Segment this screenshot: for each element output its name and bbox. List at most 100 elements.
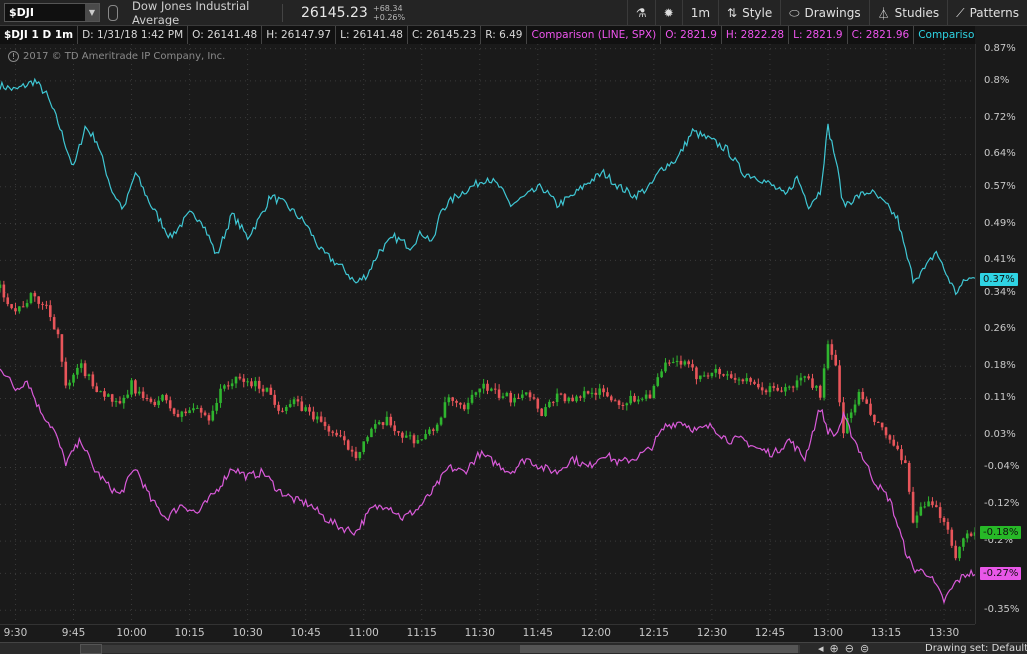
candle-body (257, 380, 261, 389)
candle-body (308, 407, 311, 412)
candle-body (486, 383, 489, 391)
zoom-reset-icon[interactable]: ⊜ (860, 642, 869, 654)
style-button[interactable]: ⇅ Style (718, 0, 780, 26)
last-value-badge: -0.18% (980, 525, 1022, 539)
y-tick-label: 0.41% (984, 254, 1016, 266)
candle-160 (617, 399, 621, 410)
candle-style-icon: ⇅ (727, 6, 738, 20)
candle-75 (288, 399, 292, 408)
zoom-out-icon[interactable]: ⊖ (845, 642, 854, 654)
candle-19 (72, 372, 75, 387)
candle-93 (358, 451, 362, 461)
symbol-description: Dow Jones Industrial Average (132, 0, 250, 27)
candle-body (168, 400, 172, 409)
candle-body (29, 293, 33, 304)
candle-225 (869, 398, 872, 417)
candle-222 (857, 389, 861, 407)
candle-57 (219, 384, 222, 408)
symbol-selector[interactable]: $DJI ▼ (4, 3, 100, 22)
horizontal-scrollbar-thumb[interactable] (520, 645, 798, 653)
candle-body (91, 374, 95, 387)
candle-98 (377, 419, 381, 426)
spx-high: H: 2822.28 (722, 26, 790, 44)
y-tick-label: 0.03% (984, 429, 1016, 441)
candle-164 (633, 393, 636, 403)
drawing-set-label[interactable]: Drawing set: Default (925, 643, 1027, 654)
candle-body (606, 392, 609, 397)
candle-body (447, 397, 451, 403)
comparison-spx-label[interactable]: Comparison (LINE, SPX) (527, 26, 662, 44)
chevron-left-icon[interactable]: ◂ (818, 642, 824, 654)
candle-133 (513, 393, 516, 407)
candle-175 (675, 355, 679, 367)
studies-button[interactable]: ⏃ Studies (868, 0, 948, 26)
candle-198 (764, 388, 768, 395)
x-tick-label: 10:00 (116, 627, 147, 639)
last-value-badge: 0.37% (980, 272, 1018, 286)
study-info-bar: $DJI 1 D 1m D: 1/31/18 1:42 PM O: 26141.… (0, 26, 975, 44)
candle-body (373, 424, 377, 429)
candle-32 (122, 394, 126, 409)
candle-body (2, 284, 6, 298)
candle-73 (281, 407, 284, 413)
candle-172 (664, 358, 667, 374)
candle-224 (865, 396, 868, 405)
candle-body (196, 407, 199, 409)
candle-180 (695, 366, 698, 385)
scroll-handle[interactable] (80, 644, 102, 654)
candle-196 (757, 378, 760, 390)
candle-3 (10, 303, 13, 310)
candle-194 (749, 376, 752, 386)
candle-221 (853, 399, 857, 416)
price-chart[interactable] (0, 44, 975, 624)
candle-28 (107, 393, 110, 398)
candle-body (397, 431, 400, 433)
candle-body (180, 411, 184, 417)
settings-button[interactable]: ✹ (654, 0, 682, 26)
candle-143 (551, 401, 555, 407)
candle-96 (370, 427, 373, 438)
time-axis[interactable]: 9:30 9:45 10:00 10:15 10:30 10:45 11:00 11:15 11… (0, 624, 975, 642)
candle-body (246, 381, 249, 383)
drawings-button[interactable]: ⬭ Drawings (780, 0, 868, 26)
zoom-in-icon[interactable]: ⊕ (830, 642, 839, 654)
candle-body (478, 388, 482, 393)
candle-body (853, 404, 857, 413)
candle-body (652, 385, 656, 399)
candle-47 (180, 410, 184, 422)
last-value-badge: -0.27% (980, 567, 1022, 581)
candle-185 (714, 364, 718, 378)
main-symbol-label[interactable]: $DJI 1 D 1m (0, 26, 79, 44)
candle-body (435, 424, 439, 431)
link-icon[interactable] (108, 4, 118, 21)
ellipse-icon: ⬭ (789, 5, 800, 20)
candle-56 (215, 398, 218, 415)
candle-207 (799, 373, 803, 386)
candle-170 (656, 373, 660, 388)
candle-135 (521, 389, 524, 401)
candle-body (381, 422, 385, 426)
candle-body (598, 388, 602, 395)
candle-44 (168, 396, 172, 412)
price-scale[interactable]: 0.87% 0.8% 0.72% 0.64% 0.57% 0.49% 0.41% 0.34% 0… (975, 43, 1027, 624)
candle-209 (807, 373, 810, 381)
patterns-button[interactable]: ⟋ Patterns (947, 0, 1027, 26)
candle-189 (729, 370, 733, 379)
chevron-down-icon[interactable]: ▼ (85, 4, 99, 21)
candle-body (629, 395, 632, 404)
candle-129 (497, 384, 501, 401)
candle-body (509, 392, 513, 403)
candle-42 (161, 394, 164, 402)
candle-54 (207, 412, 211, 425)
comparison-2-label[interactable]: Comparison (LINE,... (914, 26, 975, 44)
patterns-label: Patterns (969, 6, 1019, 20)
change-absolute: +68.34 (373, 3, 403, 13)
flask-button[interactable]: ⚗ (626, 0, 655, 26)
candle-body (551, 401, 555, 403)
timeframe-button[interactable]: 1m (681, 0, 718, 26)
candle-220 (849, 408, 853, 423)
bar-close: C: 26145.23 (408, 26, 482, 44)
candle-7 (25, 299, 29, 309)
candle-body (203, 412, 207, 416)
candle-5 (18, 306, 21, 314)
